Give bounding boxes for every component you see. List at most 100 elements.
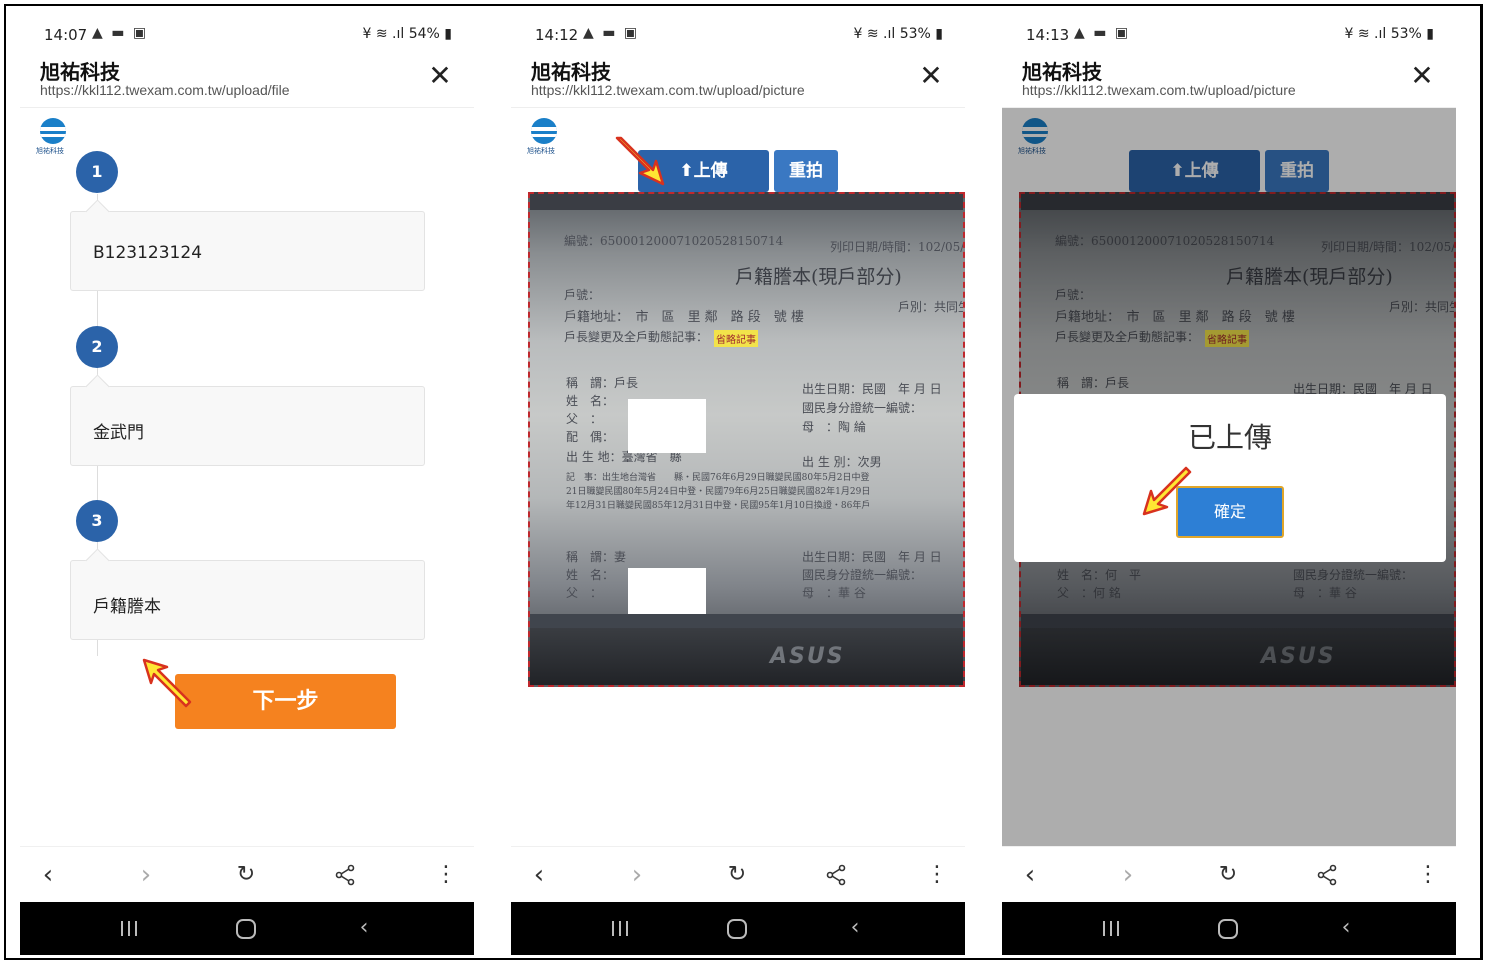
forward-icon[interactable]: ›	[617, 857, 657, 893]
step-number-2: 2	[76, 326, 118, 368]
company-logo: 旭祐科技	[527, 118, 561, 158]
home-icon[interactable]	[1218, 919, 1238, 939]
page-url: https://kkl112.twexam.com.tw/upload/pict…	[531, 82, 805, 98]
refresh-icon[interactable]: ↻	[1208, 857, 1248, 893]
refresh-icon[interactable]: ↻	[226, 857, 266, 893]
logo-text: 旭祐科技	[36, 147, 64, 155]
doc-birth-date: 出生日期：民國 年 月 日	[802, 382, 942, 396]
phone-screen-upload-done: 14:13 ▲ ▬ ▣ ¥ ≋ .ıl 53% ▮ 旭祐科技 https://k…	[1002, 8, 1456, 955]
pointer-arrow-icon	[615, 136, 665, 186]
doc-wife-name: 姓 名：	[566, 568, 615, 582]
company-logo: 旭祐科技	[36, 118, 70, 158]
document-photo-preview: 編號：650001200071020528150714 列印日期/時間：102/…	[528, 192, 965, 687]
signal-battery-indicator: ¥ ≋ .ıl 53% ▮	[853, 26, 944, 42]
browser-nav-bar: ‹ › ↻ ⋮	[1002, 846, 1456, 902]
page-url: https://kkl112.twexam.com.tw/upload/file	[40, 82, 290, 98]
doc-wife-birth-date: 出生日期：民國 年 月 日	[802, 550, 942, 564]
browser-nav-bar: ‹ › ↻ ⋮	[511, 846, 965, 902]
phone-screen-upload-preview: 14:12 ▲ ▬ ▣ ¥ ≋ .ıl 53% ▮ 旭祐科技 https://k…	[511, 8, 965, 955]
retake-button[interactable]: 重拍	[774, 150, 838, 192]
doc-title: 戶籍謄本(現戶部分)	[735, 266, 902, 288]
doc-wife-mother: 母 ：華 谷	[802, 586, 866, 600]
system-back-icon[interactable]: ‹	[1326, 910, 1366, 946]
recent-apps-icon[interactable]	[120, 919, 138, 937]
doc-address: 戶籍地址： 市 區 里 鄰 路 段 號 樓	[564, 310, 804, 325]
signal-battery-indicator: ¥ ≋ .ıl 54% ▮	[362, 26, 453, 42]
logo-globe-icon	[40, 118, 66, 144]
doc-wife-title: 稱 謂：妻	[566, 550, 627, 564]
status-time: 14:07	[44, 26, 88, 44]
back-icon[interactable]: ‹	[1010, 857, 1050, 893]
doc-gender: 出 生 別：次男	[802, 455, 882, 469]
browser-header: 旭祐科技 https://kkl112.twexam.com.tw/upload…	[1002, 52, 1456, 108]
doc-spouse: 配 偶：	[566, 430, 615, 444]
doc-name: 姓 名：	[566, 394, 615, 408]
step-card-id[interactable]: B123123124	[70, 211, 425, 291]
page-url: https://kkl112.twexam.com.tw/upload/pict…	[1022, 82, 1296, 98]
pointer-arrow-icon	[142, 658, 192, 708]
upload-success-dialog: 已上傳 確定	[1014, 394, 1446, 562]
phone-screen-step-form: 14:07 ▲ ▬ ▣ ¥ ≋ .ıl 54% ▮ 旭祐科技 https://k…	[20, 8, 474, 955]
system-back-icon[interactable]: ‹	[344, 910, 384, 946]
step-card-document[interactable]: 戶籍謄本	[70, 560, 425, 640]
back-icon[interactable]: ‹	[28, 857, 68, 893]
doc-title-head: 稱 謂：戶長	[566, 376, 639, 390]
system-nav-bar: ‹	[1002, 902, 1456, 955]
pointer-arrow-icon	[1142, 466, 1192, 516]
doc-hu-hao: 戶號：	[564, 288, 601, 302]
doc-stamp: 省略記事	[714, 330, 758, 347]
recent-apps-icon[interactable]	[611, 919, 629, 937]
step-card-name[interactable]: 金武門	[70, 386, 425, 466]
upload-icon: ⬆	[679, 161, 694, 181]
notification-icons: ▲ ▬ ▣	[1074, 25, 1131, 41]
home-icon[interactable]	[236, 919, 256, 939]
system-nav-bar: ‹	[20, 902, 474, 955]
doc-id-number: 國民身分證統一編號：	[802, 401, 923, 415]
more-menu-icon[interactable]: ⋮	[1408, 857, 1448, 893]
status-bar: 14:07 ▲ ▬ ▣ ¥ ≋ .ıl 54% ▮	[20, 8, 474, 52]
status-bar: 14:12 ▲ ▬ ▣ ¥ ≋ .ıl 53% ▮	[511, 8, 965, 52]
share-icon[interactable]	[1307, 857, 1347, 893]
step-value-name: 金武門	[93, 423, 144, 443]
step-value-id: B123123124	[93, 243, 203, 263]
system-nav-bar: ‹	[511, 902, 965, 955]
step-value-document: 戶籍謄本	[93, 597, 161, 617]
recent-apps-icon[interactable]	[1102, 919, 1120, 937]
notification-icons: ▲ ▬ ▣	[92, 25, 149, 41]
close-icon[interactable]: ✕	[426, 62, 454, 90]
step-number-3: 3	[76, 500, 118, 542]
confirm-button[interactable]: 確定	[1176, 486, 1284, 538]
home-icon[interactable]	[727, 919, 747, 939]
share-icon[interactable]	[816, 857, 856, 893]
logo-globe-icon	[531, 118, 557, 144]
doc-print-date: 列印日期/時間：102/05/2	[830, 240, 965, 254]
next-step-button[interactable]: 下一步	[175, 674, 396, 729]
browser-header: 旭祐科技 https://kkl112.twexam.com.tw/upload…	[511, 52, 965, 108]
doc-record-1: 記 事：出生地台灣省 縣・民國76年6月29日職變民國80年5月2日中登	[566, 473, 870, 483]
page-title: 旭祐科技	[1022, 60, 1102, 84]
status-time: 14:13	[1026, 26, 1070, 44]
photo-monitor-bezel	[530, 628, 963, 685]
refresh-icon[interactable]: ↻	[717, 857, 757, 893]
close-icon[interactable]: ✕	[917, 62, 945, 90]
share-icon[interactable]	[325, 857, 365, 893]
status-bar: 14:13 ▲ ▬ ▣ ¥ ≋ .ıl 53% ▮	[1002, 8, 1456, 52]
more-menu-icon[interactable]: ⋮	[426, 857, 466, 893]
photo-monitor-top	[530, 194, 963, 210]
close-icon[interactable]: ✕	[1408, 62, 1436, 90]
doc-father: 父 ：	[566, 412, 603, 426]
redaction-box	[628, 399, 706, 453]
browser-nav-bar: ‹ › ↻ ⋮	[20, 846, 474, 902]
system-back-icon[interactable]: ‹	[835, 910, 875, 946]
notification-icons: ▲ ▬ ▣	[583, 25, 640, 41]
doc-record-3: 年12月31日職變民國85年12月31日中登・民國95年1月10日換證・86年戶	[566, 501, 871, 511]
dialog-message: 已上傳	[1187, 421, 1272, 454]
status-time: 14:12	[535, 26, 579, 44]
doc-mother: 母 ：陶 綸	[802, 420, 866, 434]
forward-icon[interactable]: ›	[126, 857, 166, 893]
back-icon[interactable]: ‹	[519, 857, 559, 893]
signal-battery-indicator: ¥ ≋ .ıl 53% ▮	[1344, 26, 1435, 42]
more-menu-icon[interactable]: ⋮	[917, 857, 957, 893]
forward-icon[interactable]: ›	[1108, 857, 1148, 893]
step-number-1: 1	[76, 151, 118, 193]
